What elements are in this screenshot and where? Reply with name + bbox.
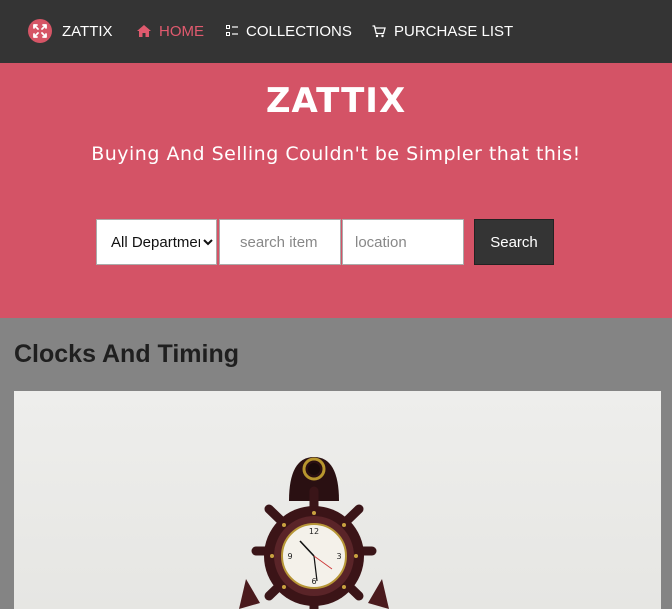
nav-home[interactable]: HOME	[137, 20, 204, 42]
brand-link[interactable]: ZATTIX	[28, 18, 113, 44]
svg-text:12: 12	[309, 527, 319, 536]
top-navbar: ZATTIX HOME COLLECTIONS PURCHASE LIST	[0, 0, 672, 63]
nav-collections[interactable]: COLLECTIONS	[226, 20, 352, 42]
cart-icon	[372, 24, 386, 37]
brand-logo-icon	[28, 19, 52, 43]
nav-collections-label: COLLECTIONS	[246, 22, 352, 40]
svg-text:3: 3	[336, 552, 341, 561]
brand-label: ZATTIX	[62, 22, 113, 40]
nav-purchase-list-label: PURCHASE LIST	[394, 22, 514, 40]
search-button[interactable]: Search	[474, 219, 554, 265]
svg-text:6: 6	[311, 577, 316, 586]
clock-product-image[interactable]: 12 3 6 9	[14, 391, 661, 609]
nav-purchase-list[interactable]: PURCHASE LIST	[372, 20, 513, 42]
search-item-input[interactable]	[219, 219, 341, 265]
nav-home-label: HOME	[159, 22, 204, 40]
hero-banner: ZATTIX Buying And Selling Couldn't be Si…	[0, 63, 672, 318]
hero-subtitle: Buying And Selling Couldn't be Simpler t…	[91, 143, 581, 165]
location-input[interactable]	[342, 219, 464, 265]
svg-text:9: 9	[287, 552, 292, 561]
hero-title: ZATTIX	[265, 81, 407, 121]
department-select[interactable]: All Departments	[96, 219, 217, 265]
ship-wheel-clock-illustration: 12 3 6 9	[239, 457, 389, 609]
home-icon	[137, 24, 151, 37]
section-title: Clocks And Timing	[14, 340, 240, 368]
list-icon	[226, 25, 238, 36]
